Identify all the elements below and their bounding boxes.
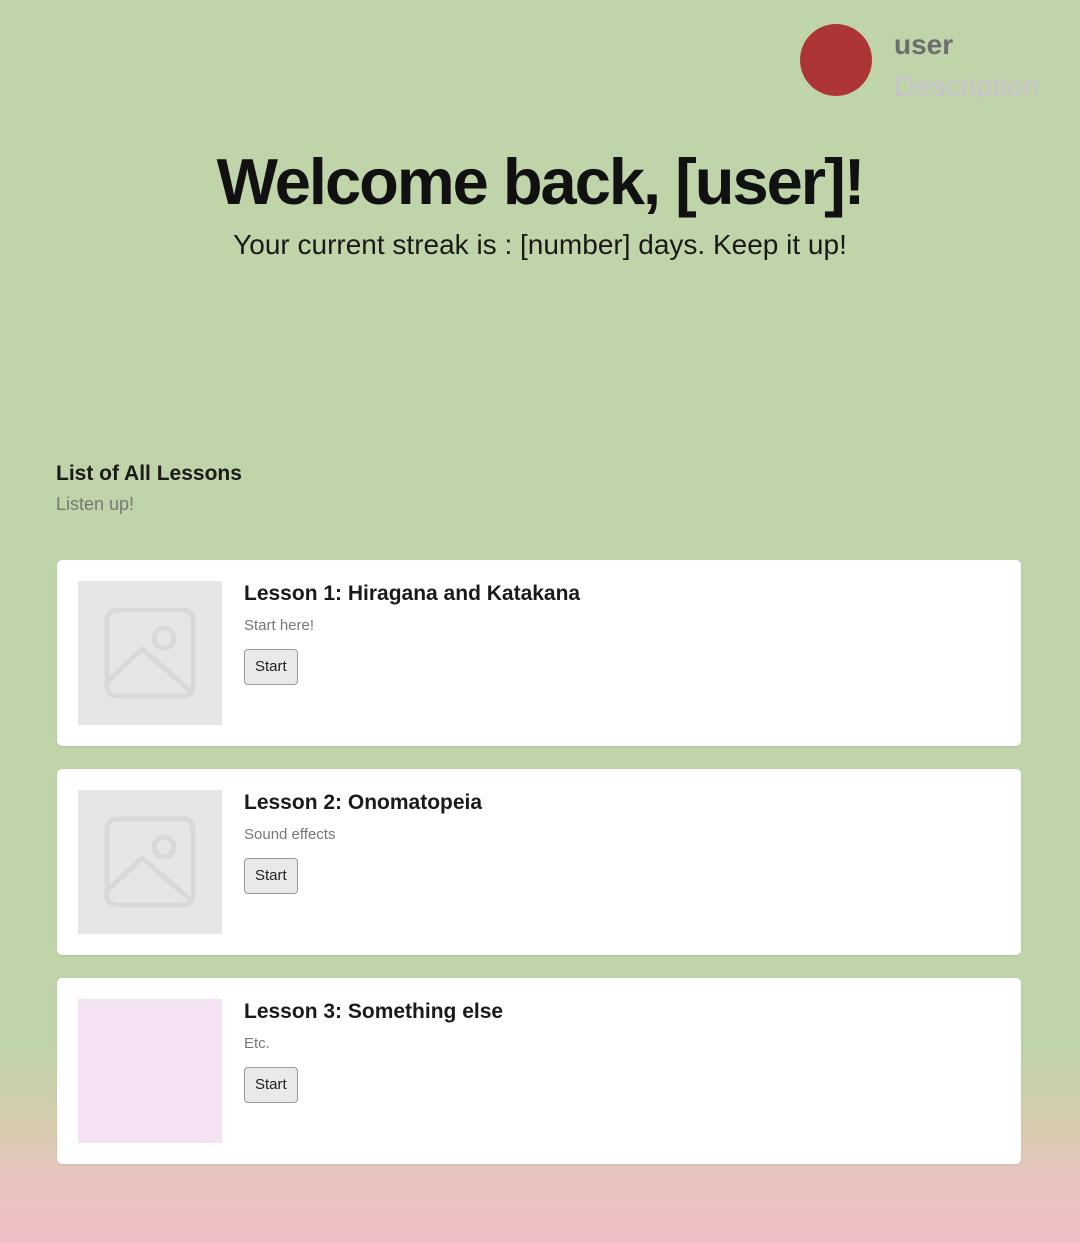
start-lesson-button[interactable]: Start	[244, 649, 298, 685]
hero: Welcome back, [user]! Your current strea…	[0, 143, 1080, 263]
profile-text: user Description	[894, 28, 1039, 104]
lesson-card: Lesson 3: Something else Etc. Start	[57, 978, 1021, 1164]
lesson-list: Lesson 1: Hiragana and Katakana Start he…	[57, 560, 1021, 1187]
user-profile[interactable]: user Description	[800, 24, 1039, 104]
profile-description: Description	[894, 71, 1040, 103]
lesson-card: Lesson 2: Onomatopeia Sound effects Star…	[57, 769, 1021, 955]
image-placeholder-icon	[104, 607, 196, 699]
lesson-thumbnail	[78, 790, 222, 934]
profile-name: user	[894, 29, 954, 60]
lesson-thumbnail	[78, 999, 222, 1143]
lesson-body: Lesson 2: Onomatopeia Sound effects Star…	[244, 790, 482, 934]
lessons-section-subtitle: Listen up!	[56, 494, 135, 514]
lesson-title: Lesson 3: Something else	[244, 1000, 504, 1023]
lesson-description: Sound effects	[244, 826, 336, 843]
lesson-title: Lesson 2: Onomatopeia	[244, 791, 483, 814]
lesson-description: Start here!	[244, 617, 315, 634]
lesson-description: Etc.	[244, 1035, 270, 1052]
lesson-thumbnail	[78, 581, 222, 725]
page-title: Welcome back, [user]!	[216, 145, 866, 218]
lesson-title: Lesson 1: Hiragana and Katakana	[244, 582, 581, 605]
image-placeholder-icon	[104, 816, 196, 908]
avatar[interactable]	[800, 24, 872, 96]
streak-message: Your current streak is : [number] days. …	[233, 229, 847, 260]
lessons-section-header: List of All Lessons Listen up!	[56, 460, 242, 516]
lesson-card: Lesson 1: Hiragana and Katakana Start he…	[57, 560, 1021, 746]
lesson-body: Lesson 1: Hiragana and Katakana Start he…	[244, 581, 580, 725]
start-lesson-button[interactable]: Start	[244, 1067, 298, 1103]
start-lesson-button[interactable]: Start	[244, 858, 298, 894]
lessons-section-title: List of All Lessons	[56, 462, 242, 485]
lesson-body: Lesson 3: Something else Etc. Start	[244, 999, 503, 1143]
